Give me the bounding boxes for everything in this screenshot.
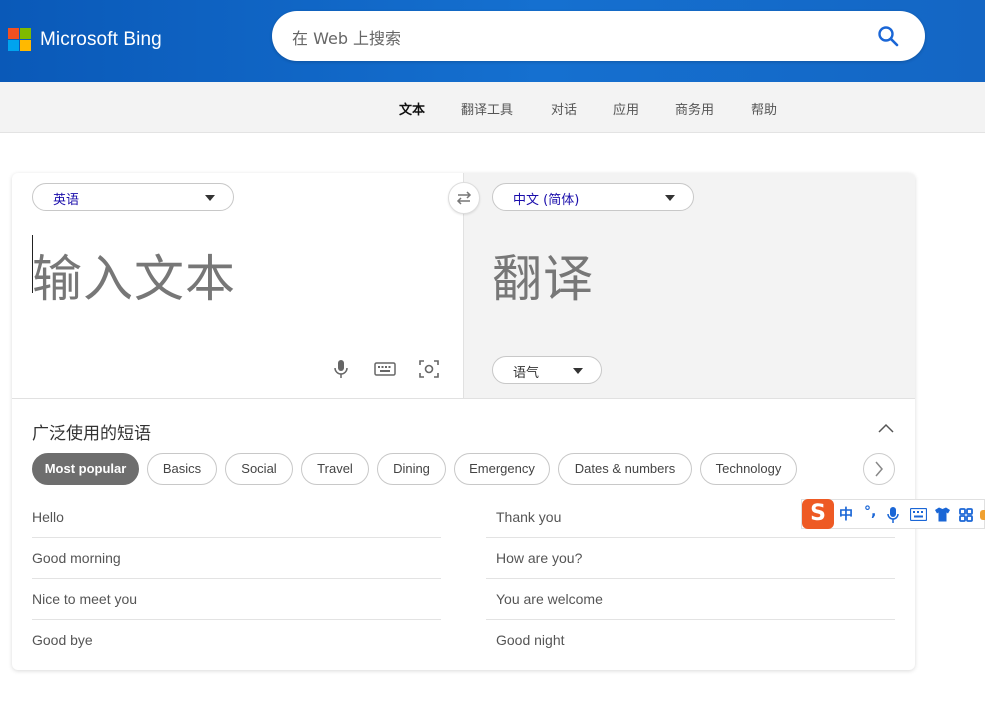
chip-emergency[interactable]: Emergency <box>454 453 550 485</box>
brand-name: Microsoft Bing <box>40 28 162 50</box>
chip-dates-numbers[interactable]: Dates & numbers <box>558 453 692 485</box>
tab-text[interactable]: 文本 <box>399 99 425 118</box>
microsoft-logo-icon <box>8 28 31 51</box>
chip-basics[interactable]: Basics <box>147 453 217 485</box>
swap-languages-button[interactable] <box>448 182 480 214</box>
phrases-title: 广泛使用的短语 <box>32 424 151 444</box>
translator-card: 英语 中文 (简体) 输入文本 翻译 语气 广泛使用的短语 Most popul… <box>12 173 915 670</box>
phrase-item[interactable]: Good night <box>486 620 895 661</box>
translator-nav: 文本 翻译工具 对话 应用 商务用 帮助 <box>0 82 985 133</box>
chip-travel[interactable]: Travel <box>301 453 369 485</box>
source-language-select[interactable]: 英语 <box>32 183 234 211</box>
phrase-item[interactable]: Good morning <box>32 538 441 579</box>
microphone-icon[interactable] <box>329 357 353 381</box>
swap-icon <box>456 191 472 205</box>
target-language-label: 中文 (简体) <box>513 193 580 208</box>
phrase-item[interactable]: You are welcome <box>486 579 895 620</box>
ime-logo[interactable]: S <box>802 499 834 529</box>
source-language-label: 英语 <box>53 193 80 208</box>
phrase-item[interactable]: Good bye <box>32 620 441 661</box>
chevron-down-icon <box>205 195 215 201</box>
tab-conversation[interactable]: 对话 <box>551 99 577 118</box>
ime-overflow-indicator <box>980 510 985 520</box>
chip-dining[interactable]: Dining <box>377 453 446 485</box>
search-box[interactable]: 在 Web 上搜索 <box>272 11 925 61</box>
search-icon[interactable] <box>877 25 899 47</box>
ime-toolbox-icon[interactable] <box>959 508 973 522</box>
tab-translator-tools[interactable]: 翻译工具 <box>461 99 513 118</box>
tone-label: 语气 <box>513 366 540 381</box>
chevron-up-icon[interactable] <box>876 421 896 435</box>
ime-mode-toggle[interactable]: 中 <box>839 504 853 524</box>
next-categories-button[interactable] <box>863 453 895 485</box>
chevron-down-icon <box>573 368 583 374</box>
chip-most-popular[interactable]: Most popular <box>32 453 139 485</box>
section-divider <box>12 398 915 399</box>
target-language-select[interactable]: 中文 (简体) <box>492 183 694 211</box>
source-text-input[interactable]: 输入文本 <box>32 239 236 311</box>
ime-microphone-icon[interactable] <box>886 506 900 524</box>
phrase-item[interactable]: How are you? <box>486 538 895 579</box>
translation-output: 翻译 <box>492 250 594 308</box>
camera-scan-icon[interactable] <box>417 357 441 381</box>
ime-punctuation-toggle[interactable]: °, <box>864 504 876 520</box>
phrase-item[interactable]: Hello <box>32 497 441 538</box>
tab-apps[interactable]: 应用 <box>613 99 639 118</box>
tone-select[interactable]: 语气 <box>492 356 602 384</box>
ime-skin-icon[interactable] <box>934 507 951 522</box>
bing-logo[interactable]: Microsoft Bing <box>8 28 162 51</box>
header-bar: Microsoft Bing 在 Web 上搜索 <box>0 0 985 82</box>
search-input[interactable]: 在 Web 上搜索 <box>292 25 401 49</box>
chip-social[interactable]: Social <box>225 453 293 485</box>
chip-technology[interactable]: Technology <box>700 453 797 485</box>
ime-keyboard-icon[interactable] <box>910 508 927 521</box>
chevron-down-icon <box>665 195 675 201</box>
tab-help[interactable]: 帮助 <box>751 99 777 118</box>
keyboard-icon[interactable] <box>373 357 397 381</box>
chevron-right-icon <box>875 461 883 477</box>
phrase-item[interactable]: Nice to meet you <box>32 579 441 620</box>
tab-business[interactable]: 商务用 <box>675 99 714 118</box>
ime-toolbar[interactable]: S 中 °, <box>801 499 985 529</box>
